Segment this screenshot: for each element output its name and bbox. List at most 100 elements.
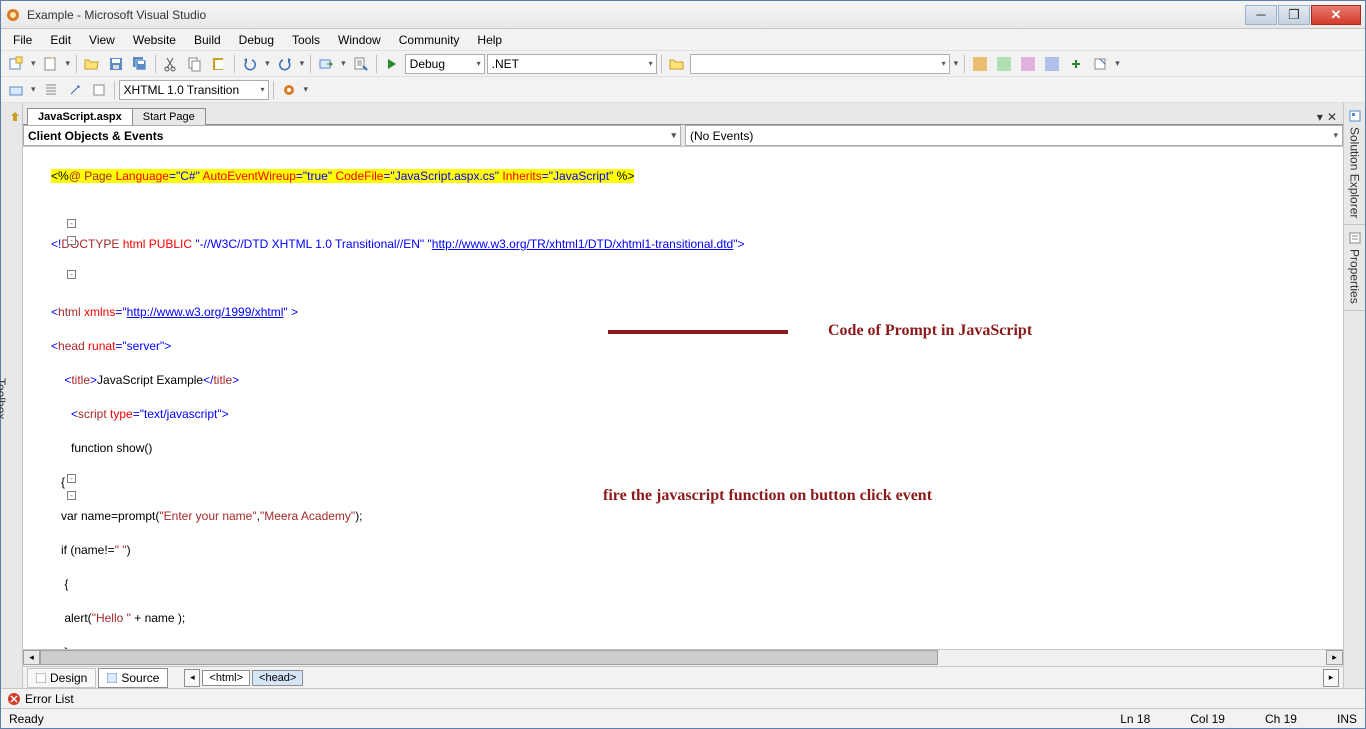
paste-icon[interactable] bbox=[208, 53, 230, 75]
dropdown-icon[interactable]: ▾ bbox=[29, 58, 38, 69]
save-all-icon[interactable] bbox=[129, 53, 151, 75]
redo-icon[interactable] bbox=[274, 53, 296, 75]
tab-start-page[interactable]: Start Page bbox=[132, 108, 206, 125]
dropdown-icon[interactable]: ▾ bbox=[1113, 58, 1122, 69]
cut-icon[interactable] bbox=[160, 53, 182, 75]
tab-javascript-aspx[interactable]: JavaScript.aspx bbox=[27, 108, 133, 125]
tb-icon[interactable] bbox=[969, 53, 991, 75]
code: < bbox=[51, 305, 58, 319]
start-debug-icon[interactable] bbox=[381, 53, 403, 75]
dropdown-icon[interactable]: ▾ bbox=[298, 58, 307, 69]
tb-icon[interactable] bbox=[5, 79, 27, 101]
code: ="true" bbox=[296, 169, 332, 183]
dropdown-icon[interactable]: ▾ bbox=[64, 58, 73, 69]
scroll-left-icon[interactable]: ◂ bbox=[23, 650, 40, 665]
menu-website[interactable]: Website bbox=[125, 31, 184, 49]
config-combo[interactable]: Debug bbox=[405, 54, 485, 74]
code: <% bbox=[51, 169, 69, 183]
open-icon[interactable] bbox=[81, 53, 103, 75]
dropdown-icon[interactable]: ▾ bbox=[339, 58, 348, 69]
doctype-combo[interactable]: XHTML 1.0 Transition bbox=[119, 80, 269, 100]
code: title bbox=[213, 373, 232, 387]
config-value: Debug bbox=[410, 57, 445, 71]
minimize-button[interactable]: ─ bbox=[1245, 5, 1277, 25]
code: ="text/javascript"> bbox=[133, 407, 229, 421]
platform-value: .NET bbox=[492, 57, 519, 71]
navigation-bar: Client Objects & Events (No Events) bbox=[23, 125, 1343, 147]
new-project-icon[interactable] bbox=[5, 53, 27, 75]
event-combo[interactable]: (No Events) bbox=[685, 125, 1343, 146]
breadcrumb-html[interactable]: <html> bbox=[202, 670, 250, 686]
menu-view[interactable]: View bbox=[81, 31, 123, 49]
menubar: File Edit View Website Build Debug Tools… bbox=[1, 29, 1365, 51]
find-icon[interactable] bbox=[350, 53, 372, 75]
menu-edit[interactable]: Edit bbox=[42, 31, 79, 49]
dropdown-icon[interactable]: ▾ bbox=[952, 58, 961, 69]
code: "Hello " bbox=[92, 611, 131, 625]
scroll-right-icon[interactable]: ▸ bbox=[1326, 650, 1343, 665]
maximize-button[interactable]: ❐ bbox=[1278, 5, 1310, 25]
scroll-thumb[interactable] bbox=[40, 650, 938, 665]
tb-icon[interactable] bbox=[993, 53, 1015, 75]
tb-icon[interactable] bbox=[88, 79, 110, 101]
copy-icon[interactable] bbox=[184, 53, 206, 75]
code: { bbox=[51, 577, 68, 591]
tab-dropdown-icon[interactable]: ▾ bbox=[1317, 110, 1323, 124]
dropdown-icon[interactable]: ▾ bbox=[29, 84, 38, 95]
fold-icon[interactable]: - bbox=[67, 270, 76, 279]
horizontal-scrollbar[interactable]: ◂ ▸ bbox=[23, 649, 1343, 666]
code-content[interactable]: <%@ Page Language="C#" AutoEventWireup="… bbox=[23, 147, 1343, 649]
menu-file[interactable]: File bbox=[5, 31, 40, 49]
platform-combo[interactable]: .NET bbox=[487, 54, 657, 74]
add-item-icon[interactable] bbox=[40, 53, 62, 75]
tb-icon[interactable] bbox=[1065, 53, 1087, 75]
code: ); bbox=[355, 509, 362, 523]
code: ="JavaScript" bbox=[542, 169, 614, 183]
app-window: Example - Microsoft Visual Studio ─ ❐ ✕ … bbox=[0, 0, 1366, 729]
window-title: Example - Microsoft Visual Studio bbox=[27, 8, 1245, 22]
breadcrumb-head[interactable]: <head> bbox=[252, 670, 303, 686]
solution-explorer-tab[interactable]: Solution Explorer bbox=[1344, 103, 1365, 225]
app-icon bbox=[5, 7, 21, 23]
search-combo[interactable] bbox=[690, 54, 950, 74]
fold-icon[interactable]: - bbox=[67, 491, 76, 500]
tb-icon[interactable] bbox=[64, 79, 86, 101]
fold-icon[interactable]: - bbox=[67, 219, 76, 228]
menu-community[interactable]: Community bbox=[391, 31, 468, 49]
error-list-bar[interactable]: Error List bbox=[1, 688, 1365, 708]
properties-tab[interactable]: Properties bbox=[1344, 225, 1365, 311]
properties-label: Properties bbox=[1348, 249, 1362, 304]
menu-debug[interactable]: Debug bbox=[231, 31, 282, 49]
close-button[interactable]: ✕ bbox=[1311, 5, 1361, 25]
tb-icon[interactable] bbox=[1089, 53, 1111, 75]
folder-icon[interactable] bbox=[666, 53, 688, 75]
code: { bbox=[51, 475, 65, 489]
object-combo[interactable]: Client Objects & Events bbox=[23, 125, 681, 146]
menu-window[interactable]: Window bbox=[330, 31, 389, 49]
code-editor[interactable]: <%@ Page Language="C#" AutoEventWireup="… bbox=[23, 147, 1343, 649]
titlebar[interactable]: Example - Microsoft Visual Studio ─ ❐ ✕ bbox=[1, 1, 1365, 29]
tb-icon[interactable] bbox=[278, 79, 300, 101]
tb-icon[interactable] bbox=[40, 79, 62, 101]
source-view-button[interactable]: Source bbox=[98, 668, 168, 688]
menu-tools[interactable]: Tools bbox=[284, 31, 328, 49]
navigate-icon[interactable] bbox=[315, 53, 337, 75]
breadcrumb-next-icon[interactable]: ▸ bbox=[1323, 669, 1339, 687]
toolbox-tab[interactable]: Toolbox bbox=[1, 103, 23, 688]
design-view-button[interactable]: Design bbox=[27, 668, 96, 688]
fold-icon[interactable]: - bbox=[67, 474, 76, 483]
fold-icon[interactable]: - bbox=[67, 236, 76, 245]
breadcrumb-prev-icon[interactable]: ◂ bbox=[184, 669, 200, 687]
tab-close-icon[interactable]: ✕ bbox=[1327, 110, 1337, 124]
code: "-//W3C//DTD XHTML 1.0 Transitional//EN"… bbox=[192, 237, 432, 251]
tb-icon[interactable] bbox=[1017, 53, 1039, 75]
save-icon[interactable] bbox=[105, 53, 127, 75]
status-ready: Ready bbox=[9, 712, 44, 726]
undo-icon[interactable] bbox=[239, 53, 261, 75]
dropdown-icon[interactable]: ▾ bbox=[302, 84, 311, 95]
source-label: Source bbox=[121, 671, 159, 685]
menu-help[interactable]: Help bbox=[469, 31, 510, 49]
dropdown-icon[interactable]: ▾ bbox=[263, 58, 272, 69]
menu-build[interactable]: Build bbox=[186, 31, 229, 49]
tb-icon[interactable] bbox=[1041, 53, 1063, 75]
